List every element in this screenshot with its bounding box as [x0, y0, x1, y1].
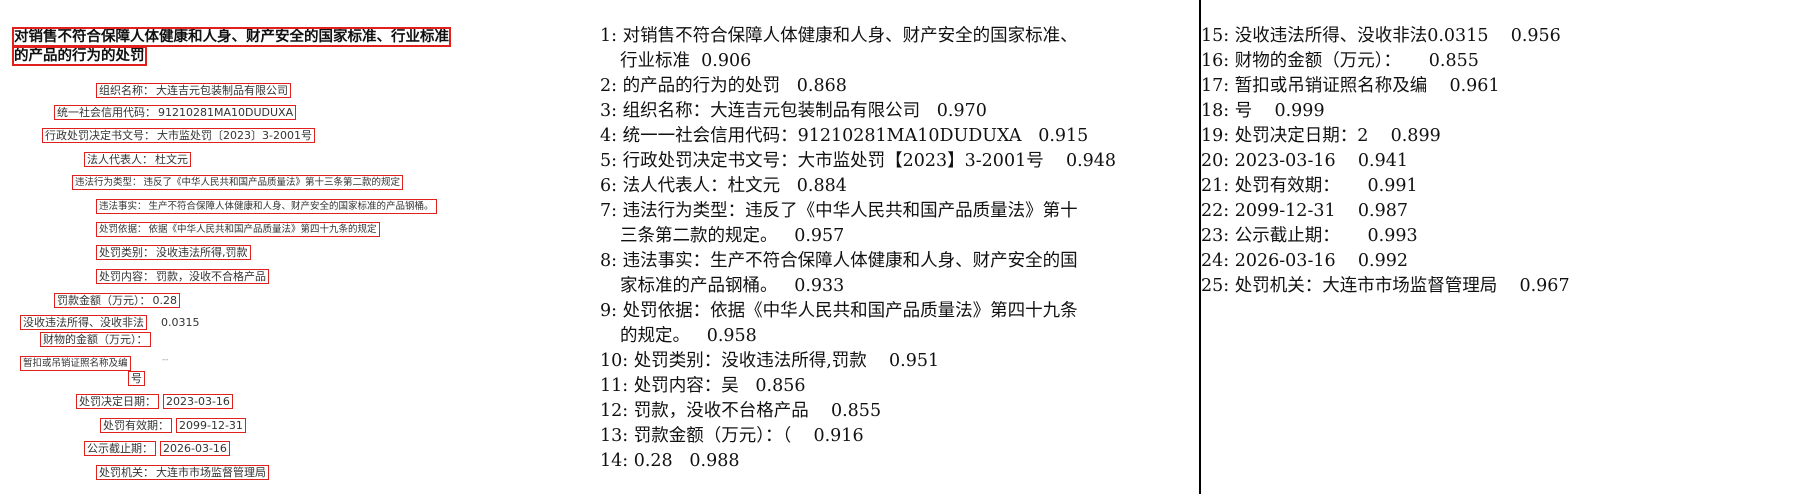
ocr-result-line: 18: 号 0.999 — [1201, 101, 1325, 121]
ocr-result-line: 13: 罚款金额（万元）：（ 0.916 — [600, 426, 864, 446]
field-value: 没收违法所得,罚款 — [156, 246, 248, 259]
ocr-results-right: 15: 没收违法所得、没收非法0.0315 0.956 16: 财物的金额（万元）… — [1201, 24, 1791, 299]
source-document-panel: 对销售不符合保障人体健康和人身、财产安全的国家标准、行业标准 的产品的行为的处罚… — [0, 0, 580, 494]
field-key: 法人代表人： — [87, 153, 153, 166]
field-value: 生产不符合保障人体健康和人身、财产安全的国家标准的产品钢桶。 — [148, 201, 434, 212]
field-key: 组织名称： — [99, 84, 154, 97]
field-value: 91210281MA10DUDUXA — [158, 106, 294, 119]
field-publicity-deadline: 公示截止期： 2026-03-16 — [84, 441, 230, 456]
field-credit-code: 统一社会信用代码： 91210281MA10DUDUXA — [54, 105, 297, 120]
title-line-1: 对销售不符合保障人体健康和人身、财产安全的国家标准、行业标准 — [12, 27, 451, 47]
field-legal-rep: 法人代表人： 杜文元 — [84, 152, 191, 167]
field-key: 处罚决定日期： — [79, 395, 156, 408]
field-key: 财物的金额（万元）： — [43, 333, 148, 346]
field-key: 处罚依据： — [99, 224, 147, 235]
field-fine-amount: 罚款金额（万元）： 0.28 — [54, 293, 180, 308]
ocr-result-line: 23: 公示截止期： 0.993 — [1201, 226, 1418, 246]
ocr-result-line: 14: 0.28 0.988 — [600, 451, 740, 471]
ocr-result-line: 17: 暂扣或吊销证照名称及编 0.961 — [1201, 76, 1500, 96]
field-validity: 处罚有效期： 2099-12-31 — [100, 418, 246, 433]
field-license-suspension: 暂扣或吊销证照名称及编 — [20, 356, 131, 371]
ocr-result-line: 8: 违法事实：生产不符合保障人体健康和人身、财产安全的国 — [600, 251, 1078, 271]
field-value: 大市监处罚〔2023〕3-2001号 — [157, 129, 312, 142]
field-key: 处罚机关： — [99, 466, 154, 479]
field-value: 2023-03-16 — [166, 395, 230, 408]
ocr-result-line: 12: 罚款，没收不台格产品 0.855 — [600, 401, 882, 421]
ocr-result-line: 6: 法人代表人：杜文元 0.884 — [600, 176, 847, 196]
ocr-result-line: 22: 2099-12-31 0.987 — [1201, 201, 1408, 221]
field-authority: 处罚机关： 大连市市场监督管理局 — [96, 465, 269, 480]
field-value: 杜文元 — [155, 153, 188, 166]
ocr-result-line: 4: 统一一社会信用代码：91210281MA10DUDUXA 0.915 — [600, 126, 1089, 146]
field-violation-type: 违法行为类型： 违反了《中华人民共和国产品质量法》第十三条第二款的规定 — [72, 175, 404, 190]
ocr-result-line: 11: 处罚内容：吴 0.856 — [600, 376, 806, 396]
ocr-result-line: 10: 处罚类别：没收违法所得,罚款 0.951 — [600, 351, 940, 371]
ocr-result-line: 25: 处罚机关：大连市市场监督管理局 0.967 — [1201, 276, 1570, 296]
ocr-results-middle: 1: 对销售不符合保障人体健康和人身、财产安全的国家标准、行业标准 0.906 2… — [600, 24, 1160, 474]
field-value: 依据《中华人民共和国产品质量法》第四十九条的规定 — [148, 224, 377, 235]
field-key: 统一社会信用代码： — [57, 106, 156, 119]
ocr-result-line: 9: 处罚依据：依据《中华人民共和国产品质量法》第四十九条 — [600, 301, 1078, 321]
field-key: 行政处罚决定书文号： — [45, 129, 155, 142]
field-penalty-content: 处罚内容： 罚款，没收不合格产品 — [96, 269, 269, 284]
ocr-result-line-continuation: 家标准的产品钢桶。 0.933 — [620, 276, 845, 296]
field-license-value: -- — [162, 355, 169, 365]
ocr-result-line: 2: 的产品的行为的处罚 0.868 — [600, 76, 847, 96]
ocr-result-line: 15: 没收违法所得、没收非法0.0315 0.956 — [1201, 26, 1561, 46]
ocr-result-line-continuation: 三条第二款的规定。 0.957 — [620, 226, 845, 246]
ocr-result-line: 7: 违法行为类型：违反了《中华人民共和国产品质量法》第十 — [600, 201, 1078, 221]
field-license-suspension-cont: 号 — [128, 371, 145, 386]
title-line-2: 的产品的行为的处罚 — [12, 46, 147, 66]
field-key: 没收违法所得、没收非法 — [23, 316, 144, 329]
ocr-result-line: 1: 对销售不符合保障人体健康和人身、财产安全的国家标准、 — [600, 26, 1078, 46]
field-key: 公示截止期： — [87, 442, 153, 455]
field-confiscation: 没收违法所得、没收非法 0.0315 — [20, 315, 200, 330]
ocr-result-line-continuation: 的规定。 0.958 — [620, 326, 757, 346]
ocr-result-line: 20: 2023-03-16 0.941 — [1201, 151, 1408, 171]
field-decision-date: 处罚决定日期： 2023-03-16 — [76, 394, 233, 409]
field-value: 2099-12-31 — [179, 419, 243, 432]
field-violation-facts: 违法事实： 生产不符合保障人体健康和人身、财产安全的国家标准的产品钢桶。 — [96, 199, 437, 214]
document-title: 对销售不符合保障人体健康和人身、财产安全的国家标准、行业标准 的产品的行为的处罚 — [12, 27, 514, 66]
ocr-result-line: 24: 2026-03-16 0.992 — [1201, 251, 1408, 271]
field-value: 大连市市场监督管理局 — [156, 466, 266, 479]
field-penalty-basis: 处罚依据： 依据《中华人民共和国产品质量法》第四十九条的规定 — [96, 222, 380, 237]
ocr-result-line: 16: 财物的金额（万元）： 0.855 — [1201, 51, 1479, 71]
field-value: 罚款，没收不合格产品 — [156, 270, 266, 283]
field-value: 2026-03-16 — [163, 442, 227, 455]
ocr-result-line: 5: 行政处罚决定书文号：大市监处罚【2023】3-2001号 0.948 — [600, 151, 1117, 171]
field-value: 0.0315 — [161, 316, 200, 329]
field-key: 暂扣或吊销证照名称及编 — [23, 358, 128, 369]
field-key: 违法事实： — [99, 201, 147, 212]
field-decision-number: 行政处罚决定书文号： 大市监处罚〔2023〕3-2001号 — [42, 128, 315, 143]
field-value: 0.28 — [152, 294, 178, 307]
ocr-result-line: 19: 处罚决定日期：2 0.899 — [1201, 126, 1441, 146]
field-key: 罚款金额（万元）： — [57, 294, 151, 307]
ocr-result-line: 21: 处罚有效期： 0.991 — [1201, 176, 1418, 196]
field-value: 违反了《中华人民共和国产品质量法》第十三条第二款的规定 — [143, 177, 401, 188]
field-key: 处罚内容： — [99, 270, 154, 283]
ocr-result-line: 3: 组织名称：大连吉元包装制品有限公司 0.970 — [600, 101, 987, 121]
field-key: 处罚有效期： — [103, 419, 169, 432]
field-key: 号 — [131, 372, 142, 385]
field-value: 大连吉元包装制品有限公司 — [156, 84, 288, 97]
field-penalty-category: 处罚类别： 没收违法所得,罚款 — [96, 245, 251, 260]
field-confiscation-cont: 财物的金额（万元）： — [40, 332, 151, 347]
ocr-result-line-continuation: 行业标准 0.906 — [620, 51, 752, 71]
field-key: 违法行为类型： — [75, 177, 142, 188]
field-key: 处罚类别： — [99, 246, 154, 259]
field-org-name: 组织名称： 大连吉元包装制品有限公司 — [96, 83, 291, 98]
